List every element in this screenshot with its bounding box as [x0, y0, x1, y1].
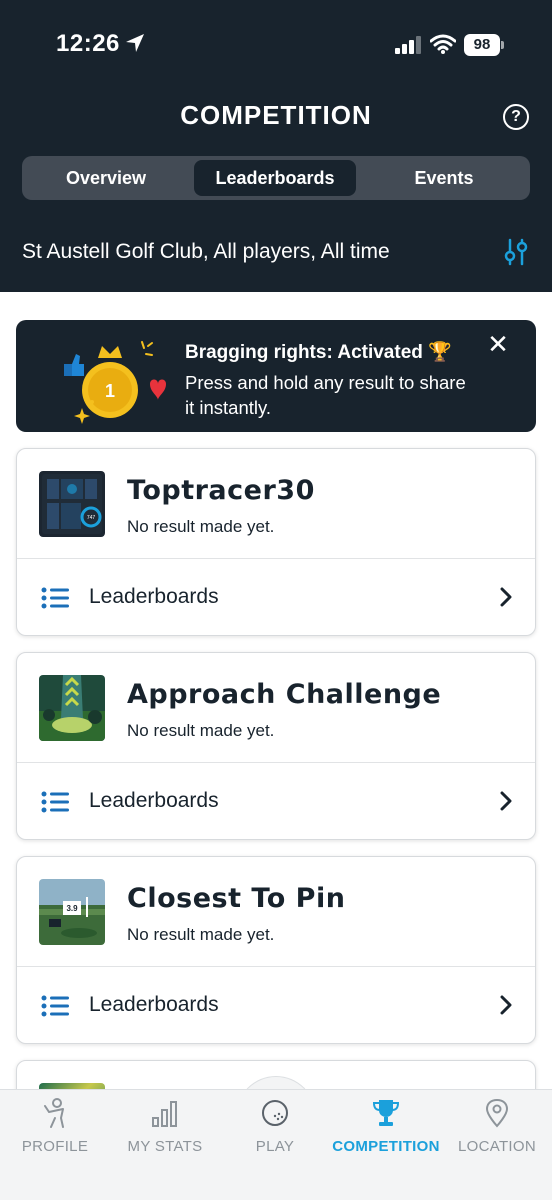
map-pin-icon: [485, 1098, 509, 1128]
toptracer30-thumbnail: 747: [39, 471, 105, 537]
location-arrow-icon: [126, 34, 144, 52]
leaderboards-label: Leaderboards: [89, 789, 219, 812]
banner-title: Bragging rights: Activated 🏆: [185, 342, 452, 363]
wifi-icon: [430, 34, 456, 54]
game-card-toptracer30[interactable]: 747 Toptracer30 No result made yet. Lead…: [16, 448, 536, 636]
leaderboards-link[interactable]: Leaderboards: [17, 763, 535, 839]
card-subtitle: No result made yet.: [127, 721, 275, 740]
closest-to-pin-thumbnail: 3.9: [39, 879, 105, 945]
leaderboards-label: Leaderboards: [89, 993, 219, 1016]
close-icon[interactable]: ✕: [486, 331, 510, 357]
page-title: COMPETITION: [180, 100, 372, 130]
list-icon: [41, 995, 69, 1017]
golfer-profile-icon: [44, 1098, 64, 1128]
tab-leaderboards[interactable]: Leaderboards: [194, 160, 356, 196]
chevron-right-icon: [500, 791, 512, 811]
battery-level: 98: [464, 34, 500, 56]
leaderboards-label: Leaderboards: [89, 585, 219, 608]
golf-ball-icon: [262, 1100, 288, 1126]
tab-my-stats[interactable]: MY STATS: [110, 1090, 220, 1200]
tab-label: COMPETITION: [332, 1138, 440, 1155]
card-subtitle: No result made yet.: [127, 517, 275, 536]
chevron-right-icon: [500, 995, 512, 1015]
medal-number: 1: [105, 381, 115, 401]
card-header[interactable]: 747 Toptracer30 No result made yet.: [17, 449, 535, 559]
thumb-distance: 3.9: [66, 904, 78, 913]
card-header[interactable]: Approach Challenge No result made yet.: [17, 653, 535, 763]
list-icon: [41, 587, 69, 609]
status-bar: 12:26 98: [0, 0, 552, 90]
tab-label: LOCATION: [458, 1138, 536, 1155]
medal-illustration-icon: 1: [64, 341, 166, 424]
battery-icon: 98: [464, 34, 504, 56]
cellular-signal-icon: [395, 36, 421, 54]
bottom-tab-bar: PROFILE MY STATS PLAY COMPETITION LOCATI…: [0, 1089, 552, 1200]
status-time: 12:26: [56, 30, 120, 57]
tab-label: PROFILE: [21, 1138, 89, 1155]
tab-profile[interactable]: PROFILE: [0, 1090, 110, 1200]
filter-summary[interactable]: St Austell Golf Club, All players, All t…: [22, 240, 390, 264]
bar-chart-icon: [152, 1101, 177, 1127]
filter-sliders-icon[interactable]: [504, 238, 528, 266]
game-card-approach-challenge[interactable]: Approach Challenge No result made yet. L…: [16, 652, 536, 840]
card-subtitle: No result made yet.: [127, 925, 275, 944]
list-icon: [41, 791, 69, 813]
header: 12:26 98 COMPETITION ? Overview Leaderbo…: [0, 0, 552, 292]
tab-events[interactable]: Events: [362, 160, 526, 196]
chevron-right-icon: [500, 587, 512, 607]
tab-play[interactable]: PLAY: [220, 1090, 330, 1200]
leaderboards-link[interactable]: Leaderboards: [17, 967, 535, 1043]
card-title: Closest To Pin: [127, 883, 346, 914]
card-header[interactable]: 3.9 Closest To Pin No result made yet.: [17, 857, 535, 967]
thumb-score: 747: [87, 515, 96, 521]
banner-text: Press and hold any result to share it in…: [185, 372, 466, 418]
trophy-icon: [372, 1100, 400, 1126]
tab-overview[interactable]: Overview: [26, 160, 186, 196]
tab-competition[interactable]: COMPETITION: [331, 1090, 441, 1200]
tab-label: MY STATS: [127, 1138, 203, 1155]
leaderboards-link[interactable]: Leaderboards: [17, 559, 535, 635]
tab-label: PLAY: [255, 1138, 295, 1155]
tab-location[interactable]: LOCATION: [442, 1090, 552, 1200]
card-title: Approach Challenge: [127, 679, 442, 710]
segmented-control: Overview Leaderboards Events: [22, 156, 530, 200]
game-card-closest-to-pin[interactable]: 3.9 Closest To Pin No result made yet. L…: [16, 856, 536, 1044]
bragging-rights-banner: 1 Bragging rights: Activated 🏆 Press and…: [16, 320, 536, 432]
help-icon[interactable]: ?: [503, 104, 529, 130]
card-title: Toptracer30: [127, 475, 315, 506]
approach-challenge-thumbnail: [39, 675, 105, 741]
